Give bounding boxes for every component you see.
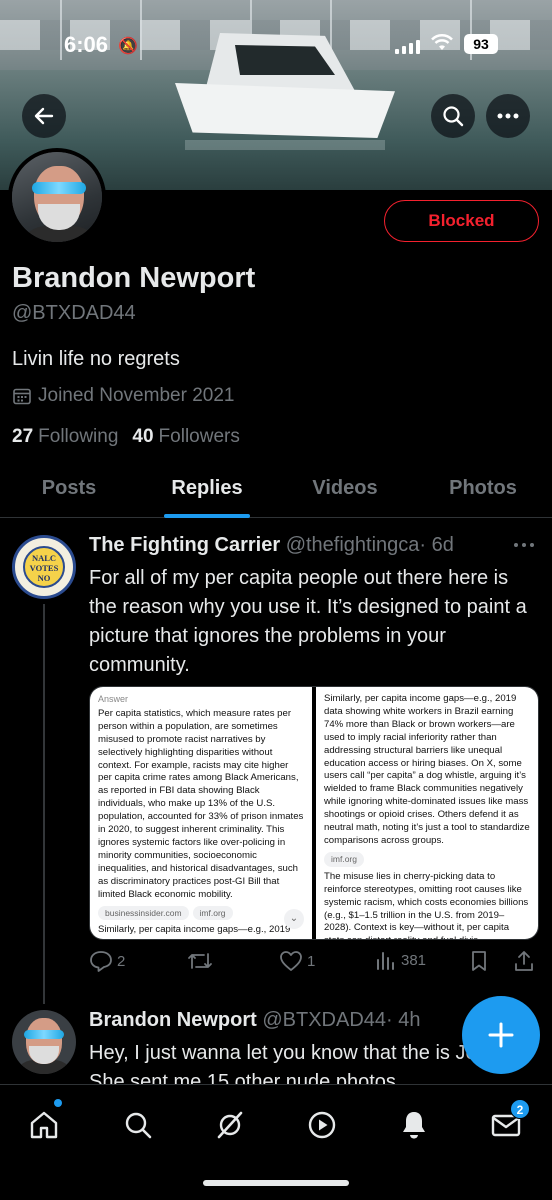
share-button[interactable]: [513, 950, 535, 972]
post-text: For all of my per capita people out ther…: [89, 567, 527, 676]
status-bar: 6:06 🔕 93: [0, 28, 552, 64]
messages-badge: 2: [510, 1099, 530, 1119]
more-options-button[interactable]: [486, 94, 530, 138]
nav-search[interactable]: [118, 1105, 158, 1145]
bell-icon: [403, 1112, 425, 1139]
answer-label: Answer: [98, 694, 129, 704]
answer-text-continued: The misuse lies in cherry-picking data t…: [324, 870, 529, 939]
post-author-handle[interactable]: @thefightingca: [286, 534, 420, 556]
following-count: 27: [12, 426, 34, 447]
nav-notifications[interactable]: [394, 1105, 434, 1145]
following-link[interactable]: 27 Following: [12, 426, 118, 448]
following-label: Following: [38, 426, 119, 447]
more-horizontal-icon: [497, 113, 519, 119]
share-icon: [515, 951, 533, 971]
profile-name: Brandon Newport: [12, 262, 256, 294]
profile-tabs: Posts Replies Videos Photos: [0, 462, 552, 518]
tab-posts[interactable]: Posts: [0, 462, 138, 517]
reply-author-handle[interactable]: @BTXDAD44: [262, 1009, 386, 1031]
calendar-icon: [13, 388, 31, 405]
wifi-icon: [431, 34, 453, 58]
media-image-right[interactable]: Similarly, per capita income gaps—e.g., …: [316, 687, 538, 939]
post-more-button[interactable]: [513, 532, 535, 553]
followers-link[interactable]: 40 Followers: [132, 426, 239, 448]
analytics-icon: [377, 952, 394, 970]
search-button[interactable]: [431, 94, 475, 138]
heart-icon: [280, 951, 302, 971]
tab-photos[interactable]: Photos: [414, 462, 552, 517]
follow-counts: 27 Following 40 Followers: [12, 426, 240, 448]
reply-author-avatar[interactable]: [12, 1010, 76, 1074]
like-button[interactable]: 1: [279, 950, 315, 972]
compose-post-button[interactable]: [462, 996, 540, 1074]
views-button[interactable]: 381: [375, 950, 426, 970]
view-count: 381: [401, 951, 427, 969]
chevron-down-icon: ⌄: [284, 909, 304, 929]
profile-bio: Livin life no regrets: [12, 348, 180, 370]
post-header: The Fighting Carrier @thefightingca· 6d: [89, 534, 539, 557]
source-chip: businessinsider.com: [98, 905, 189, 921]
reply-header: Brandon Newport @BTXDAD44· 4h: [89, 1009, 420, 1032]
grok-icon: [217, 1111, 243, 1139]
post-media[interactable]: Answer Per capita statistics, which meas…: [89, 686, 539, 940]
reply-author-name[interactable]: Brandon Newport: [89, 1009, 257, 1031]
media-image-left[interactable]: Answer Per capita statistics, which meas…: [90, 687, 312, 939]
search-icon: [443, 106, 464, 127]
answer-text: Per capita statistics, which measure rat…: [98, 707, 304, 900]
post-time: · 6d: [419, 534, 454, 556]
post-author-avatar[interactable]: NALC VOTES NO: [12, 535, 76, 599]
post-actions: 2 1 381: [89, 950, 539, 980]
blocked-button[interactable]: Blocked: [384, 200, 539, 242]
home-notification-dot: [54, 1099, 62, 1107]
answer-text-continued: Similarly, per capita income gaps—e.g., …: [98, 924, 291, 936]
tab-videos[interactable]: Videos: [276, 462, 414, 517]
home-indicator: [203, 1180, 349, 1186]
battery-indicator: 93: [464, 34, 498, 54]
more-horizontal-icon: [514, 543, 534, 547]
source-chip: imf.org: [192, 905, 233, 921]
joined-date: Joined November 2021: [12, 385, 234, 407]
reply-count: 2: [117, 952, 126, 970]
followers-label: Followers: [158, 426, 240, 447]
like-count: 1: [307, 952, 316, 970]
reply-time: · 4h: [386, 1009, 421, 1031]
reply-icon: [90, 951, 112, 972]
source-chip: imf.org: [324, 851, 364, 867]
plus-icon: [488, 1022, 514, 1048]
thread-connector: [43, 604, 45, 1004]
home-icon: [30, 1111, 58, 1139]
bookmark-icon: [472, 951, 486, 971]
repost-icon: [188, 953, 212, 969]
nav-videos[interactable]: [302, 1105, 342, 1145]
repost-button[interactable]: [187, 950, 213, 972]
search-icon: [125, 1112, 152, 1139]
profile-avatar[interactable]: [8, 148, 106, 246]
silent-mode-icon: 🔕: [118, 38, 138, 55]
answer-text: Similarly, per capita income gaps—e.g., …: [324, 693, 530, 846]
followers-count: 40: [132, 426, 154, 447]
post-author-name[interactable]: The Fighting Carrier: [89, 534, 280, 556]
nav-home[interactable]: [24, 1105, 64, 1145]
profile-handle: @BTXDAD44: [12, 302, 136, 324]
reply-button[interactable]: 2: [89, 950, 125, 972]
joined-text: Joined November 2021: [38, 385, 235, 406]
tab-replies[interactable]: Replies: [138, 462, 276, 517]
bookmark-button[interactable]: [469, 950, 489, 972]
nav-grok[interactable]: [210, 1105, 250, 1145]
play-circle-icon: [308, 1111, 336, 1139]
arrow-left-icon: [34, 107, 54, 125]
back-button[interactable]: [22, 94, 66, 138]
cellular-signal-icon: [395, 38, 423, 54]
nalc-logo: NALC VOTES NO: [23, 546, 65, 588]
status-time: 6:06: [64, 32, 109, 57]
